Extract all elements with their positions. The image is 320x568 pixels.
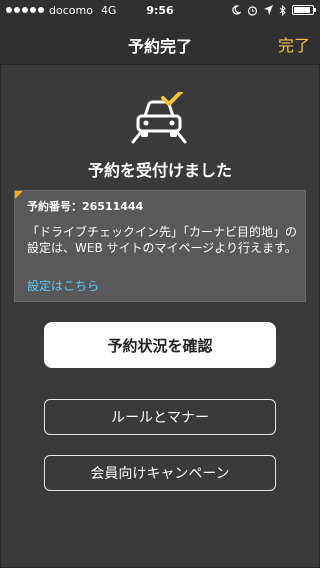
- page-title: 予約完了: [127, 37, 192, 56]
- signal-icon: [6, 7, 44, 13]
- bluetooth-icon: [279, 4, 286, 16]
- settings-link[interactable]: 設定はこちら: [27, 277, 99, 294]
- location-icon: [264, 5, 273, 15]
- battery-icon: [292, 5, 316, 15]
- member-campaign-button[interactable]: 会員向けキャンペーン: [44, 455, 276, 491]
- done-button[interactable]: 完了: [278, 32, 310, 56]
- reservation-info-box: 予約番号：26511444 「ドライブチェックイン先」「カーナビ目的地」の設定は…: [14, 190, 306, 302]
- alarm-icon: [247, 5, 258, 16]
- network-type: 4G: [100, 3, 117, 17]
- info-message: 「ドライブチェックイン先」「カーナビ目的地」の設定は、WEB サイトのマイページ…: [27, 225, 298, 255]
- status-icons: [231, 0, 316, 20]
- rules-manners-button[interactable]: ルールとマナー: [44, 399, 276, 435]
- confirmation-heading: 予約を受付けました: [87, 161, 232, 180]
- corner-marker: [15, 191, 23, 199]
- check-reservation-button[interactable]: 予約状況を確認: [44, 322, 276, 368]
- status-bar: docomo 4G 9:56: [0, 0, 320, 20]
- moon-icon: [232, 5, 241, 15]
- booking-number-label: 予約番号：: [27, 200, 82, 213]
- carrier-label: docomo: [49, 3, 93, 17]
- nav-bar: 予約完了 完了: [0, 20, 320, 65]
- booking-number-row: 予約番号：26511444: [27, 198, 143, 214]
- booking-number-value: 26511444: [82, 200, 144, 213]
- car-check-icon: [131, 92, 187, 144]
